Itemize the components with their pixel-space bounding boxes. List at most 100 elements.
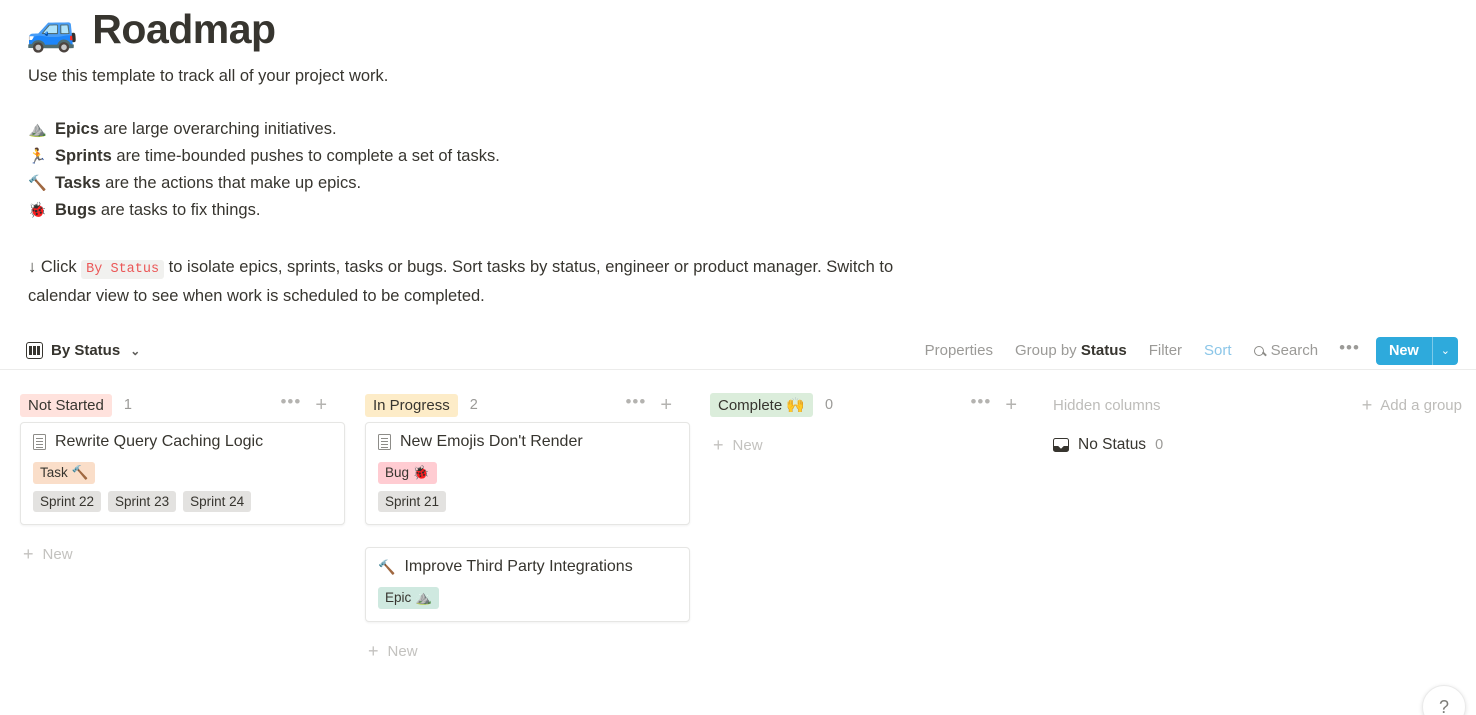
properties-button[interactable]: Properties bbox=[914, 342, 1004, 359]
instructions-paragraph: ↓ Click By Status to isolate epics, spri… bbox=[28, 254, 958, 309]
add-new-card-button[interactable]: + New bbox=[365, 636, 690, 660]
status-badge: Not Started bbox=[20, 393, 112, 417]
card-sprint-tags: Sprint 22 Sprint 23 Sprint 24 bbox=[33, 491, 332, 512]
type-tag: Epic ⛰️ bbox=[378, 587, 439, 609]
document-icon bbox=[378, 434, 391, 450]
plus-icon: + bbox=[713, 435, 724, 455]
column-count: 0 bbox=[825, 397, 834, 413]
plus-icon: + bbox=[23, 544, 34, 564]
group-by-prefix: Group by bbox=[1014, 342, 1081, 359]
board-column-in-progress: In Progress 2 ••• + New Emojis Don't Ren… bbox=[345, 388, 690, 660]
column-add-card-button[interactable]: + bbox=[315, 395, 327, 415]
new-button[interactable]: New ⌄ bbox=[1375, 336, 1458, 365]
add-new-label: New bbox=[42, 545, 73, 563]
legend-term: Tasks bbox=[55, 174, 101, 192]
column-actions: ••• + bbox=[625, 392, 672, 418]
sprint-tag: Sprint 24 bbox=[183, 491, 252, 512]
card-title: Rewrite Query Caching Logic bbox=[55, 433, 264, 450]
hammer-icon: 🔨 bbox=[378, 559, 396, 575]
card[interactable]: 🔨 Improve Third Party Integrations Epic … bbox=[365, 547, 690, 622]
filter-button[interactable]: Filter bbox=[1138, 342, 1193, 359]
legend-list: ⛰️ Epics are large overarching initiativ… bbox=[28, 116, 1476, 224]
card-title: Improve Third Party Integrations bbox=[404, 558, 633, 575]
column-actions: ••• + bbox=[280, 392, 327, 418]
hidden-column-count: 0 bbox=[1155, 437, 1164, 453]
hidden-columns-label: Hidden columns bbox=[1053, 396, 1161, 414]
document-icon bbox=[33, 434, 46, 450]
status-badge: In Progress bbox=[365, 393, 458, 417]
sprint-tag: Sprint 23 bbox=[108, 491, 177, 512]
board-view-icon bbox=[26, 342, 43, 359]
card-type-tags: Task 🔨 bbox=[33, 462, 332, 484]
page-header: 🚙 Roadmap bbox=[0, 0, 1476, 53]
legend-term: Bugs bbox=[55, 201, 97, 219]
hidden-column-label: No Status bbox=[1078, 436, 1147, 453]
card[interactable]: New Emojis Don't Render Bug 🐞 Sprint 21 bbox=[365, 422, 690, 525]
toolbar-actions: Properties Group by Status Filter Sort S… bbox=[914, 336, 1458, 365]
hidden-column-no-status[interactable]: No Status 0 bbox=[1053, 436, 1462, 454]
board-column-complete: Complete 🙌 0 ••• + + New bbox=[690, 388, 1035, 454]
column-menu-button[interactable]: ••• bbox=[625, 392, 646, 418]
card-type-tags: Epic ⛰️ bbox=[378, 587, 677, 609]
page-subtitle: Use this template to track all of your p… bbox=[28, 67, 389, 85]
card-title-row: New Emojis Don't Render bbox=[378, 433, 677, 451]
mountain-icon: ⛰️ bbox=[28, 121, 47, 138]
column-menu-button[interactable]: ••• bbox=[970, 392, 991, 418]
sprint-tag: Sprint 22 bbox=[33, 491, 102, 512]
sort-button[interactable]: Sort bbox=[1193, 342, 1243, 359]
group-by-value: Status bbox=[1080, 342, 1127, 359]
plus-icon: + bbox=[1361, 395, 1373, 415]
car-icon: 🚙 bbox=[26, 5, 79, 53]
column-actions: ••• + bbox=[970, 392, 1017, 418]
kanban-board: Not Started 1 ••• + Rewrite Query Cachin… bbox=[0, 388, 1476, 715]
chevron-down-icon[interactable]: ⌄ bbox=[1433, 337, 1458, 365]
board-column-not-started: Not Started 1 ••• + Rewrite Query Cachin… bbox=[0, 388, 345, 563]
column-count: 2 bbox=[469, 397, 478, 413]
ladybug-icon: 🐞 bbox=[28, 202, 47, 219]
add-new-label: New bbox=[732, 436, 763, 454]
column-menu-button[interactable]: ••• bbox=[280, 392, 301, 418]
status-badge: Complete 🙌 bbox=[710, 393, 814, 417]
card-type-tags: Bug 🐞 bbox=[378, 462, 677, 484]
add-group-button[interactable]: + Add a group bbox=[1362, 396, 1462, 414]
column-add-card-button[interactable]: + bbox=[1005, 395, 1017, 415]
more-options-button[interactable]: ••• bbox=[1329, 338, 1372, 364]
card[interactable]: Rewrite Query Caching Logic Task 🔨 Sprin… bbox=[20, 422, 345, 525]
type-tag: Bug 🐞 bbox=[378, 462, 437, 484]
view-toolbar: By Status ⌄ Properties Group by Status F… bbox=[0, 332, 1476, 370]
column-count: 1 bbox=[123, 397, 132, 413]
legend-term: Epics bbox=[55, 120, 100, 138]
sprint-tag: Sprint 21 bbox=[378, 491, 447, 512]
legend-item-epics: ⛰️ Epics are large overarching initiativ… bbox=[28, 116, 1476, 143]
hammer-icon: 🔨 bbox=[28, 175, 47, 192]
card-title: New Emojis Don't Render bbox=[400, 433, 583, 450]
column-header: Not Started 1 ••• + bbox=[20, 388, 345, 422]
view-tab-by-status[interactable]: By Status ⌄ bbox=[26, 342, 140, 359]
inbox-tray-icon bbox=[1053, 438, 1069, 452]
runner-icon: 🏃 bbox=[28, 148, 47, 165]
legend-text: are time-bounded pushes to complete a se… bbox=[111, 147, 500, 165]
legend-item-tasks: 🔨 Tasks are the actions that make up epi… bbox=[28, 170, 1476, 197]
add-new-card-button[interactable]: + New bbox=[710, 422, 1035, 454]
legend-term: Sprints bbox=[55, 147, 112, 165]
legend-item-bugs: 🐞 Bugs are tasks to fix things. bbox=[28, 197, 1476, 224]
roadmap-page: 🚙 Roadmap Use this template to track all… bbox=[0, 0, 1476, 715]
page-title: Roadmap bbox=[92, 6, 276, 52]
add-new-card-button[interactable]: + New bbox=[20, 539, 345, 563]
group-by-button[interactable]: Group by Status bbox=[1004, 342, 1138, 359]
legend-text: are large overarching initiatives. bbox=[99, 120, 337, 138]
legend-text: are the actions that make up epics. bbox=[100, 174, 362, 192]
chevron-down-icon: ⌄ bbox=[130, 343, 141, 358]
search-label: Search bbox=[1270, 342, 1319, 359]
column-add-card-button[interactable]: + bbox=[660, 395, 672, 415]
search-button[interactable]: Search bbox=[1243, 342, 1330, 359]
column-header: In Progress 2 ••• + bbox=[365, 388, 690, 422]
view-tab-label: By Status bbox=[51, 342, 121, 359]
add-new-label: New bbox=[387, 642, 418, 660]
card-sprint-tags: Sprint 21 bbox=[378, 491, 677, 512]
instructions-lead: ↓ Click bbox=[28, 258, 82, 276]
legend-text: are tasks to fix things. bbox=[96, 201, 261, 219]
by-status-code-chip: By Status bbox=[81, 260, 165, 279]
plus-icon: + bbox=[368, 641, 379, 661]
hidden-columns-panel: Hidden columns + Add a group No Status 0 bbox=[1035, 388, 1476, 454]
